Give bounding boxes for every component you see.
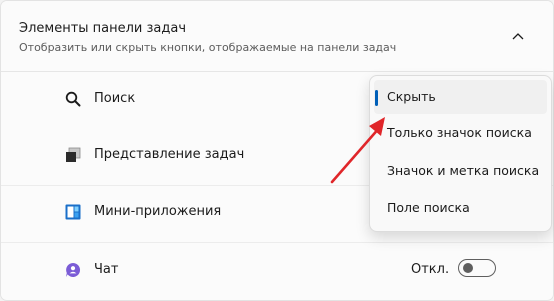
selected-indicator bbox=[375, 90, 378, 106]
menu-item-label: Поле поиска bbox=[387, 200, 470, 215]
menu-item-search-box[interactable]: Поле поиска bbox=[374, 191, 547, 225]
menu-item-search-icon-only[interactable]: Только значок поиска bbox=[374, 116, 547, 150]
toggle-knob bbox=[463, 263, 473, 273]
menu-item-label: Только значок поиска bbox=[387, 125, 532, 140]
section-title: Элементы панели задач bbox=[19, 21, 187, 36]
search-visibility-dropdown: Скрыть Только значок поиска Значок и мет… bbox=[369, 75, 552, 232]
row-label-search: Поиск bbox=[94, 91, 136, 106]
chat-icon bbox=[66, 262, 81, 277]
menu-item-label: Значок и метка поиска bbox=[387, 163, 540, 178]
chevron-up-icon[interactable] bbox=[511, 31, 525, 41]
menu-item-label: Скрыть bbox=[387, 89, 436, 104]
row-label-widgets: Мини-приложения bbox=[94, 204, 222, 219]
row-label-task-view: Представление задач bbox=[94, 147, 245, 162]
search-icon bbox=[65, 91, 81, 107]
section-subtitle: Отобразить или скрыть кнопки, отображаем… bbox=[19, 41, 397, 54]
taskbar-items-header[interactable]: Элементы панели задач Отобразить или скр… bbox=[1, 1, 553, 72]
menu-item-hide[interactable]: Скрыть bbox=[374, 80, 547, 114]
widgets-icon bbox=[65, 204, 81, 220]
task-view-icon bbox=[66, 147, 81, 162]
chat-toggle-state: Откл. bbox=[411, 262, 450, 277]
menu-item-search-icon-and-label[interactable]: Значок и метка поиска bbox=[374, 154, 547, 188]
row-label-chat: Чат bbox=[94, 262, 119, 277]
chat-toggle[interactable] bbox=[458, 259, 496, 277]
